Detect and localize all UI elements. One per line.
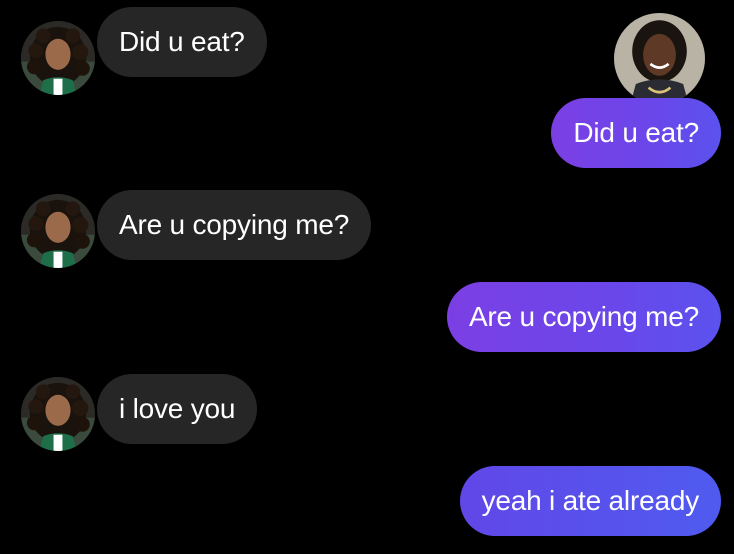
contact-avatar-icon[interactable] bbox=[21, 21, 95, 95]
outgoing-message-bubble[interactable]: yeah i ate already bbox=[459, 466, 721, 536]
contact-avatar-icon[interactable] bbox=[21, 377, 95, 451]
contact-avatar-icon[interactable] bbox=[21, 194, 95, 268]
message-thread: Did u eat? Did u eat? Are u copying me? … bbox=[0, 0, 734, 554]
incoming-message-bubble[interactable]: Are u copying me? bbox=[97, 190, 372, 260]
message-text: Did u eat? bbox=[119, 26, 245, 57]
message-text: Did u eat? bbox=[573, 117, 699, 148]
message-text: Are u copying me? bbox=[119, 209, 350, 240]
outgoing-message-bubble[interactable]: Are u copying me? bbox=[446, 282, 721, 352]
message-text: yeah i ate already bbox=[481, 485, 700, 516]
message-text: i love you bbox=[119, 393, 236, 424]
outgoing-message-bubble[interactable]: Did u eat? bbox=[551, 98, 721, 168]
incoming-message-bubble[interactable]: Did u eat? bbox=[97, 7, 267, 77]
incoming-message-bubble[interactable]: i love you bbox=[97, 374, 258, 444]
self-avatar-icon[interactable] bbox=[614, 13, 705, 104]
message-text: Are u copying me? bbox=[468, 301, 699, 332]
